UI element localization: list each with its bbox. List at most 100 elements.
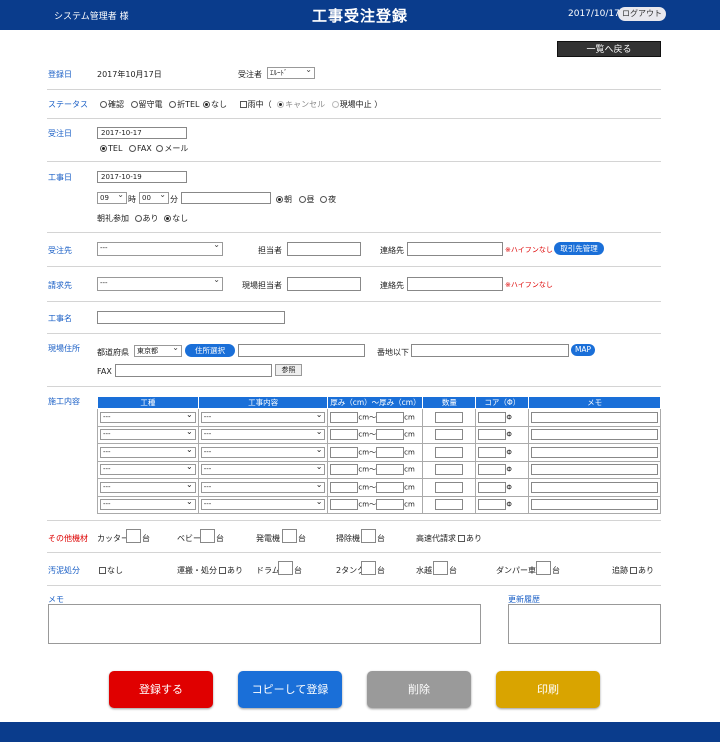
rain-option-stop[interactable]: 現場中止 <box>331 100 372 109</box>
thickness-to-input[interactable] <box>376 411 405 423</box>
address-select-button[interactable]: 住所選択 <box>185 344 235 357</box>
core-input[interactable] <box>478 411 507 423</box>
work-type-select[interactable]: --- <box>100 462 196 476</box>
rain-checkbox[interactable]: 雨中（ <box>239 100 272 109</box>
status-option-none[interactable]: なし <box>203 100 227 109</box>
sludge-extra[interactable]: 追跡 あり <box>612 565 654 576</box>
quantity-input[interactable] <box>435 481 464 493</box>
memo-textarea[interactable] <box>48 604 481 644</box>
dumper-input[interactable] <box>536 561 551 575</box>
thickness-to-input[interactable] <box>376 446 405 458</box>
row-memo-input[interactable] <box>531 446 658 458</box>
map-button[interactable]: MAP <box>571 344 595 356</box>
rain-option-cancel[interactable]: キャンセル <box>277 100 325 109</box>
site-person-input[interactable] <box>287 277 361 291</box>
client-contact-input[interactable] <box>407 242 503 256</box>
radio-selected-icon <box>276 196 283 203</box>
billing-contact-input[interactable] <box>407 277 503 291</box>
period-morning[interactable]: 朝 <box>276 195 292 204</box>
client-select[interactable]: --- <box>97 240 223 256</box>
work-content-select[interactable]: --- <box>200 427 326 441</box>
thickness-from-input[interactable] <box>330 499 359 511</box>
water-input[interactable] <box>433 561 448 575</box>
thickness-to-input[interactable] <box>376 429 405 441</box>
thickness-to-input[interactable] <box>376 499 405 511</box>
thickness-to-input[interactable] <box>376 464 405 476</box>
core-input[interactable] <box>478 499 507 511</box>
work-content-select[interactable]: --- <box>200 462 326 476</box>
thickness-to-input[interactable] <box>376 481 405 493</box>
row-memo-input[interactable] <box>531 481 658 493</box>
core-input[interactable] <box>478 446 507 458</box>
receiver-select[interactable]: ｴﾙｰﾄﾞ <box>267 65 315 79</box>
status-option-callback[interactable]: 折TEL <box>169 100 200 109</box>
quantity-input[interactable] <box>435 464 464 476</box>
copy-register-button[interactable]: コピーして登録 <box>238 671 342 708</box>
work-content-select[interactable]: --- <box>200 497 326 511</box>
quantity-input[interactable] <box>435 499 464 511</box>
quantity-input[interactable] <box>435 411 464 423</box>
work-date-input[interactable]: 2017-10-19 <box>97 171 187 183</box>
billing-select[interactable]: --- <box>97 275 223 291</box>
thickness-from-input[interactable] <box>330 446 359 458</box>
work-content-select[interactable]: --- <box>200 445 326 458</box>
address-input[interactable] <box>238 344 365 357</box>
hour-select[interactable]: 09 <box>97 190 127 204</box>
row-memo-input[interactable] <box>531 411 658 423</box>
delete-button[interactable]: 削除 <box>367 671 471 708</box>
fax-reference-button[interactable]: 参照 <box>275 364 302 376</box>
thickness-from-input[interactable] <box>330 411 359 423</box>
morning-meeting-yes[interactable]: あり <box>134 214 159 223</box>
morning-meeting-no[interactable]: なし <box>164 214 188 223</box>
work-content-select[interactable]: --- <box>200 410 326 423</box>
prefecture-select[interactable]: 東京都 <box>134 343 182 357</box>
cleaner-input[interactable] <box>361 529 376 543</box>
thickness-from-input[interactable] <box>330 481 359 493</box>
quantity-input[interactable] <box>435 446 464 458</box>
order-method-fax[interactable]: FAX <box>128 144 152 153</box>
order-method-mail[interactable]: メール <box>156 144 188 153</box>
work-content-select[interactable]: --- <box>200 480 326 493</box>
thickness-from-input[interactable] <box>330 429 359 441</box>
order-method-tel[interactable]: TEL <box>100 144 122 153</box>
highway-fee[interactable]: 高速代請求 あり <box>416 533 482 544</box>
row-memo-input[interactable] <box>531 499 658 511</box>
history-textarea[interactable] <box>508 604 661 644</box>
status-option-voicemail[interactable]: 留守電 <box>130 100 163 109</box>
time-note-input[interactable] <box>181 192 271 204</box>
row-memo-input[interactable] <box>531 429 658 441</box>
generator-input[interactable] <box>282 529 297 543</box>
back-to-list-button[interactable]: 一覧へ戻る <box>557 41 661 57</box>
quantity-input[interactable] <box>435 429 464 441</box>
drum-input[interactable] <box>278 561 293 575</box>
baby-input[interactable] <box>200 529 215 543</box>
work-name-input[interactable] <box>97 311 285 324</box>
register-button[interactable]: 登録する <box>109 671 213 708</box>
client-person-input[interactable] <box>287 242 361 256</box>
cutter-input[interactable] <box>126 529 141 543</box>
work-type-select[interactable]: --- <box>100 445 196 458</box>
work-type-cell: --- <box>97 408 199 427</box>
core-input[interactable] <box>478 464 507 476</box>
status-option-confirm[interactable]: 確認 <box>100 100 124 109</box>
logout-button[interactable]: ログアウト <box>618 7 666 21</box>
core-input[interactable] <box>478 429 507 441</box>
client-manage-button[interactable]: 取引先管理 <box>554 242 604 255</box>
work-type-select[interactable]: --- <box>100 497 196 511</box>
block-input[interactable] <box>411 344 569 357</box>
work-type-select[interactable]: --- <box>100 480 196 493</box>
core-input[interactable] <box>478 481 507 493</box>
thickness-from-input[interactable] <box>330 464 359 476</box>
work-type-select[interactable]: --- <box>100 410 196 423</box>
period-noon[interactable]: 昼 <box>298 195 315 204</box>
order-date-input[interactable]: 2017-10-17 <box>97 127 187 139</box>
period-night[interactable]: 夜 <box>320 195 336 204</box>
tank-input[interactable] <box>361 561 376 575</box>
sludge-none[interactable]: なし <box>99 565 123 576</box>
sludge-transport[interactable]: 運搬・処分 あり <box>177 565 243 576</box>
minute-select[interactable]: 00 <box>139 190 169 204</box>
row-memo-input[interactable] <box>531 464 658 476</box>
work-type-select[interactable]: --- <box>100 427 196 441</box>
print-button[interactable]: 印刷 <box>496 671 600 708</box>
fax-input[interactable] <box>115 364 272 377</box>
